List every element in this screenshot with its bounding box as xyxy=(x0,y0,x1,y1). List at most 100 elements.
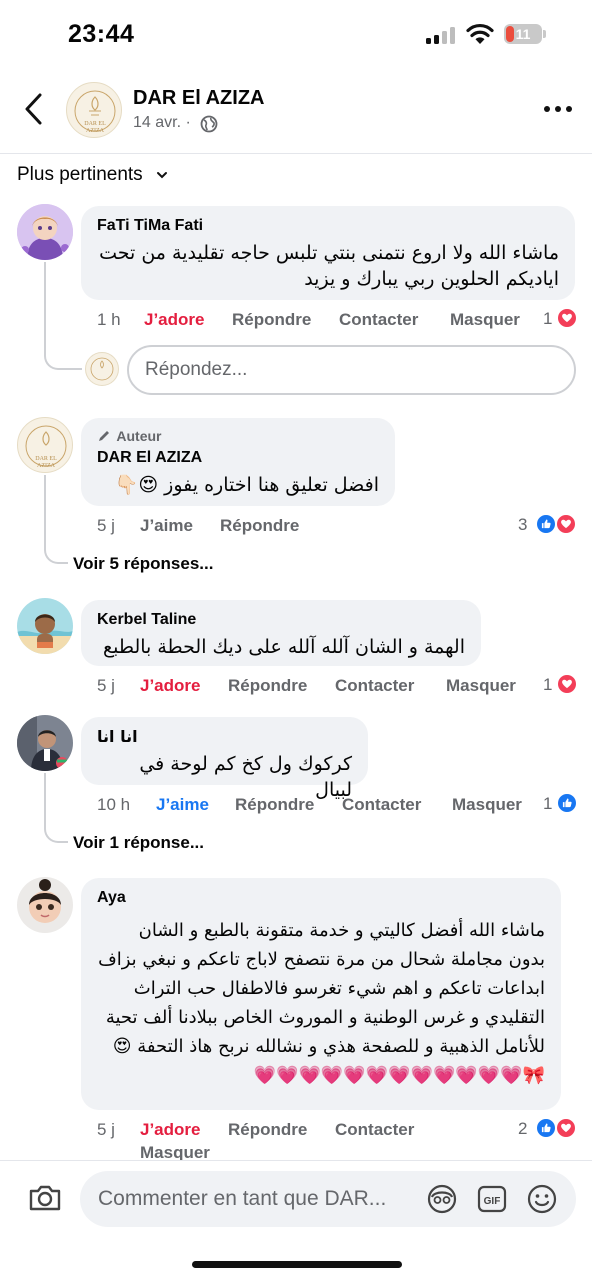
reaction-number: 1 xyxy=(543,675,553,694)
comment-actions: 5 j J’aime Répondre xyxy=(97,516,357,538)
svg-text:DAR EL: DAR EL xyxy=(35,456,57,462)
post-header: DAR EL AZIZA DAR El AZIZA 14 avr. · xyxy=(0,70,592,154)
reaction-count[interactable]: 1 xyxy=(543,673,583,696)
reaction-count[interactable]: 1 xyxy=(543,792,583,815)
contact-button[interactable]: Contacter xyxy=(335,1120,414,1140)
like-icon xyxy=(535,1117,557,1139)
comment-bubble[interactable]: Auteur DAR El AZIZA افضل تعليق هنا اختار… xyxy=(81,418,395,506)
love-reaction-button[interactable]: J’adore xyxy=(144,310,204,330)
wifi-icon xyxy=(466,23,494,44)
comment-author[interactable]: Aya xyxy=(97,888,545,908)
avatar[interactable]: DAR EL AZIZA xyxy=(17,417,73,473)
comment-author[interactable]: Kerbel Taline xyxy=(97,610,465,630)
comment-author[interactable]: DAR El AZIZA xyxy=(97,448,379,468)
chevron-down-icon xyxy=(156,171,167,179)
contact-button[interactable]: Contacter xyxy=(339,310,418,330)
svg-text:AZIZA: AZIZA xyxy=(86,128,105,134)
comment-bubble[interactable]: انا انا كركوك ول كخ كم لوحة في لبيال xyxy=(81,717,368,801)
comment-bubble[interactable]: FaTi TiMa Fati ماشاء الله ولا اروع نتمنى… xyxy=(81,206,575,300)
reply-button[interactable]: Répondre xyxy=(232,310,311,330)
like-icon xyxy=(556,792,578,814)
pen-icon xyxy=(99,431,109,441)
comment-time: 5 j xyxy=(97,1120,115,1139)
avatar[interactable] xyxy=(17,598,73,654)
avatar-sticker-icon[interactable] xyxy=(426,1183,458,1215)
comment-time: 10 h xyxy=(97,795,131,814)
back-icon[interactable] xyxy=(20,92,48,126)
comment-text: الهمة و الشان آلله آلله على ديك الحطة با… xyxy=(103,636,465,658)
see-replies-link[interactable]: Voir 5 réponses... xyxy=(73,554,213,574)
more-options-button[interactable] xyxy=(544,106,572,114)
globe-icon xyxy=(200,115,218,133)
comment-composer-bar: Commenter en tant que DAR... GIF xyxy=(0,1160,592,1280)
avatar[interactable] xyxy=(17,715,73,771)
heart-icon xyxy=(555,513,577,535)
status-bar: 23:44 11 xyxy=(0,0,592,70)
comment-actions: 1 h J’adore Répondre Contacter Masquer xyxy=(97,310,547,332)
reply-button[interactable]: Répondre xyxy=(228,1120,307,1140)
hide-button[interactable]: Masquer xyxy=(452,795,522,815)
see-replies-link[interactable]: Voir 1 réponse... xyxy=(73,833,204,853)
status-time: 23:44 xyxy=(68,20,135,48)
comment-author[interactable]: FaTi TiMa Fati xyxy=(97,216,559,236)
reply-avatar xyxy=(85,352,119,386)
comment-placeholder: Commenter en tant que DAR... xyxy=(98,1187,387,1210)
reaction-number: 1 xyxy=(543,794,553,813)
comment-actions: 5 j J’adore Répondre Contacter Masquer xyxy=(97,676,547,698)
sort-label: Plus pertinents xyxy=(17,164,143,185)
hide-button[interactable]: Masquer xyxy=(450,310,520,330)
comment-bubble[interactable]: Aya ماشاء الله أفضل كاليتي و خدمة متقونة… xyxy=(81,878,561,1110)
comment-text: افضل تعليق هنا اختاره يفوز 😍👇🏻 xyxy=(114,474,379,496)
svg-text:GIF: GIF xyxy=(484,1196,501,1207)
love-reaction-button[interactable]: J’adore xyxy=(140,1120,200,1140)
reply-button[interactable]: Répondre xyxy=(220,516,299,536)
hide-button[interactable]: Masquer xyxy=(446,676,516,696)
avatar[interactable] xyxy=(17,204,73,260)
reaction-number: 3 xyxy=(518,515,528,534)
gif-icon[interactable]: GIF xyxy=(476,1183,508,1215)
post-date: 14 avr. · xyxy=(133,114,191,131)
reaction-count[interactable]: 1 xyxy=(543,307,583,330)
contact-button[interactable]: Contacter xyxy=(335,676,414,696)
like-button[interactable]: J’aime xyxy=(156,795,209,815)
home-indicator xyxy=(192,1261,402,1268)
battery-level: 11 xyxy=(515,26,531,42)
like-button[interactable]: J’aime xyxy=(140,516,193,536)
comment-time: 5 j xyxy=(97,516,115,535)
reaction-number: 1 xyxy=(543,309,553,328)
comment-input[interactable]: Commenter en tant que DAR... GIF xyxy=(80,1171,576,1227)
reply-button[interactable]: Répondre xyxy=(228,676,307,696)
heart-icon xyxy=(556,307,578,329)
reaction-number: 2 xyxy=(518,1119,528,1138)
author-badge: Auteur xyxy=(97,428,379,444)
heart-icon xyxy=(556,673,578,695)
contact-button[interactable]: Contacter xyxy=(342,795,421,815)
page-avatar[interactable]: DAR EL AZIZA xyxy=(66,82,122,138)
page-name[interactable]: DAR El AZIZA xyxy=(133,87,264,110)
reaction-count[interactable]: 2 xyxy=(518,1117,582,1140)
comment-actions: 10 h J’aime Répondre Contacter Masquer xyxy=(97,795,547,817)
love-reaction-button[interactable]: J’adore xyxy=(140,676,200,696)
emoji-icon[interactable] xyxy=(526,1183,558,1215)
author-badge-label: Auteur xyxy=(116,428,162,444)
comment-text: ماشاء الله ولا اروع نتمنى بنتي تلبس حاجه… xyxy=(99,242,559,290)
comment-time: 1 h xyxy=(97,310,121,329)
reply-button[interactable]: Répondre xyxy=(235,795,314,815)
sort-dropdown[interactable]: Plus pertinents xyxy=(17,164,168,186)
comment-bubble[interactable]: Kerbel Taline الهمة و الشان آلله آلله عل… xyxy=(81,600,481,666)
comment-time: 5 j xyxy=(97,676,115,695)
svg-text:AZIZA: AZIZA xyxy=(37,463,56,469)
comment-author[interactable]: انا انا xyxy=(97,727,352,747)
reaction-count[interactable]: 3 xyxy=(518,513,582,536)
camera-icon[interactable] xyxy=(28,1183,62,1213)
signal-icon xyxy=(426,26,456,44)
comment-actions: 5 j J’adore Répondre Contacter Masquer xyxy=(97,1120,517,1164)
heart-icon xyxy=(555,1117,577,1139)
like-icon xyxy=(535,513,557,535)
svg-text:DAR EL: DAR EL xyxy=(84,121,106,127)
reply-input[interactable]: Répondez... xyxy=(127,345,576,395)
comment-text: ماشاء الله أفضل كاليتي و خدمة متقونة بال… xyxy=(98,920,545,1086)
avatar[interactable] xyxy=(17,877,73,933)
logo-icon: DAR EL AZIZA xyxy=(74,90,116,134)
battery-icon: 11 xyxy=(504,24,542,44)
